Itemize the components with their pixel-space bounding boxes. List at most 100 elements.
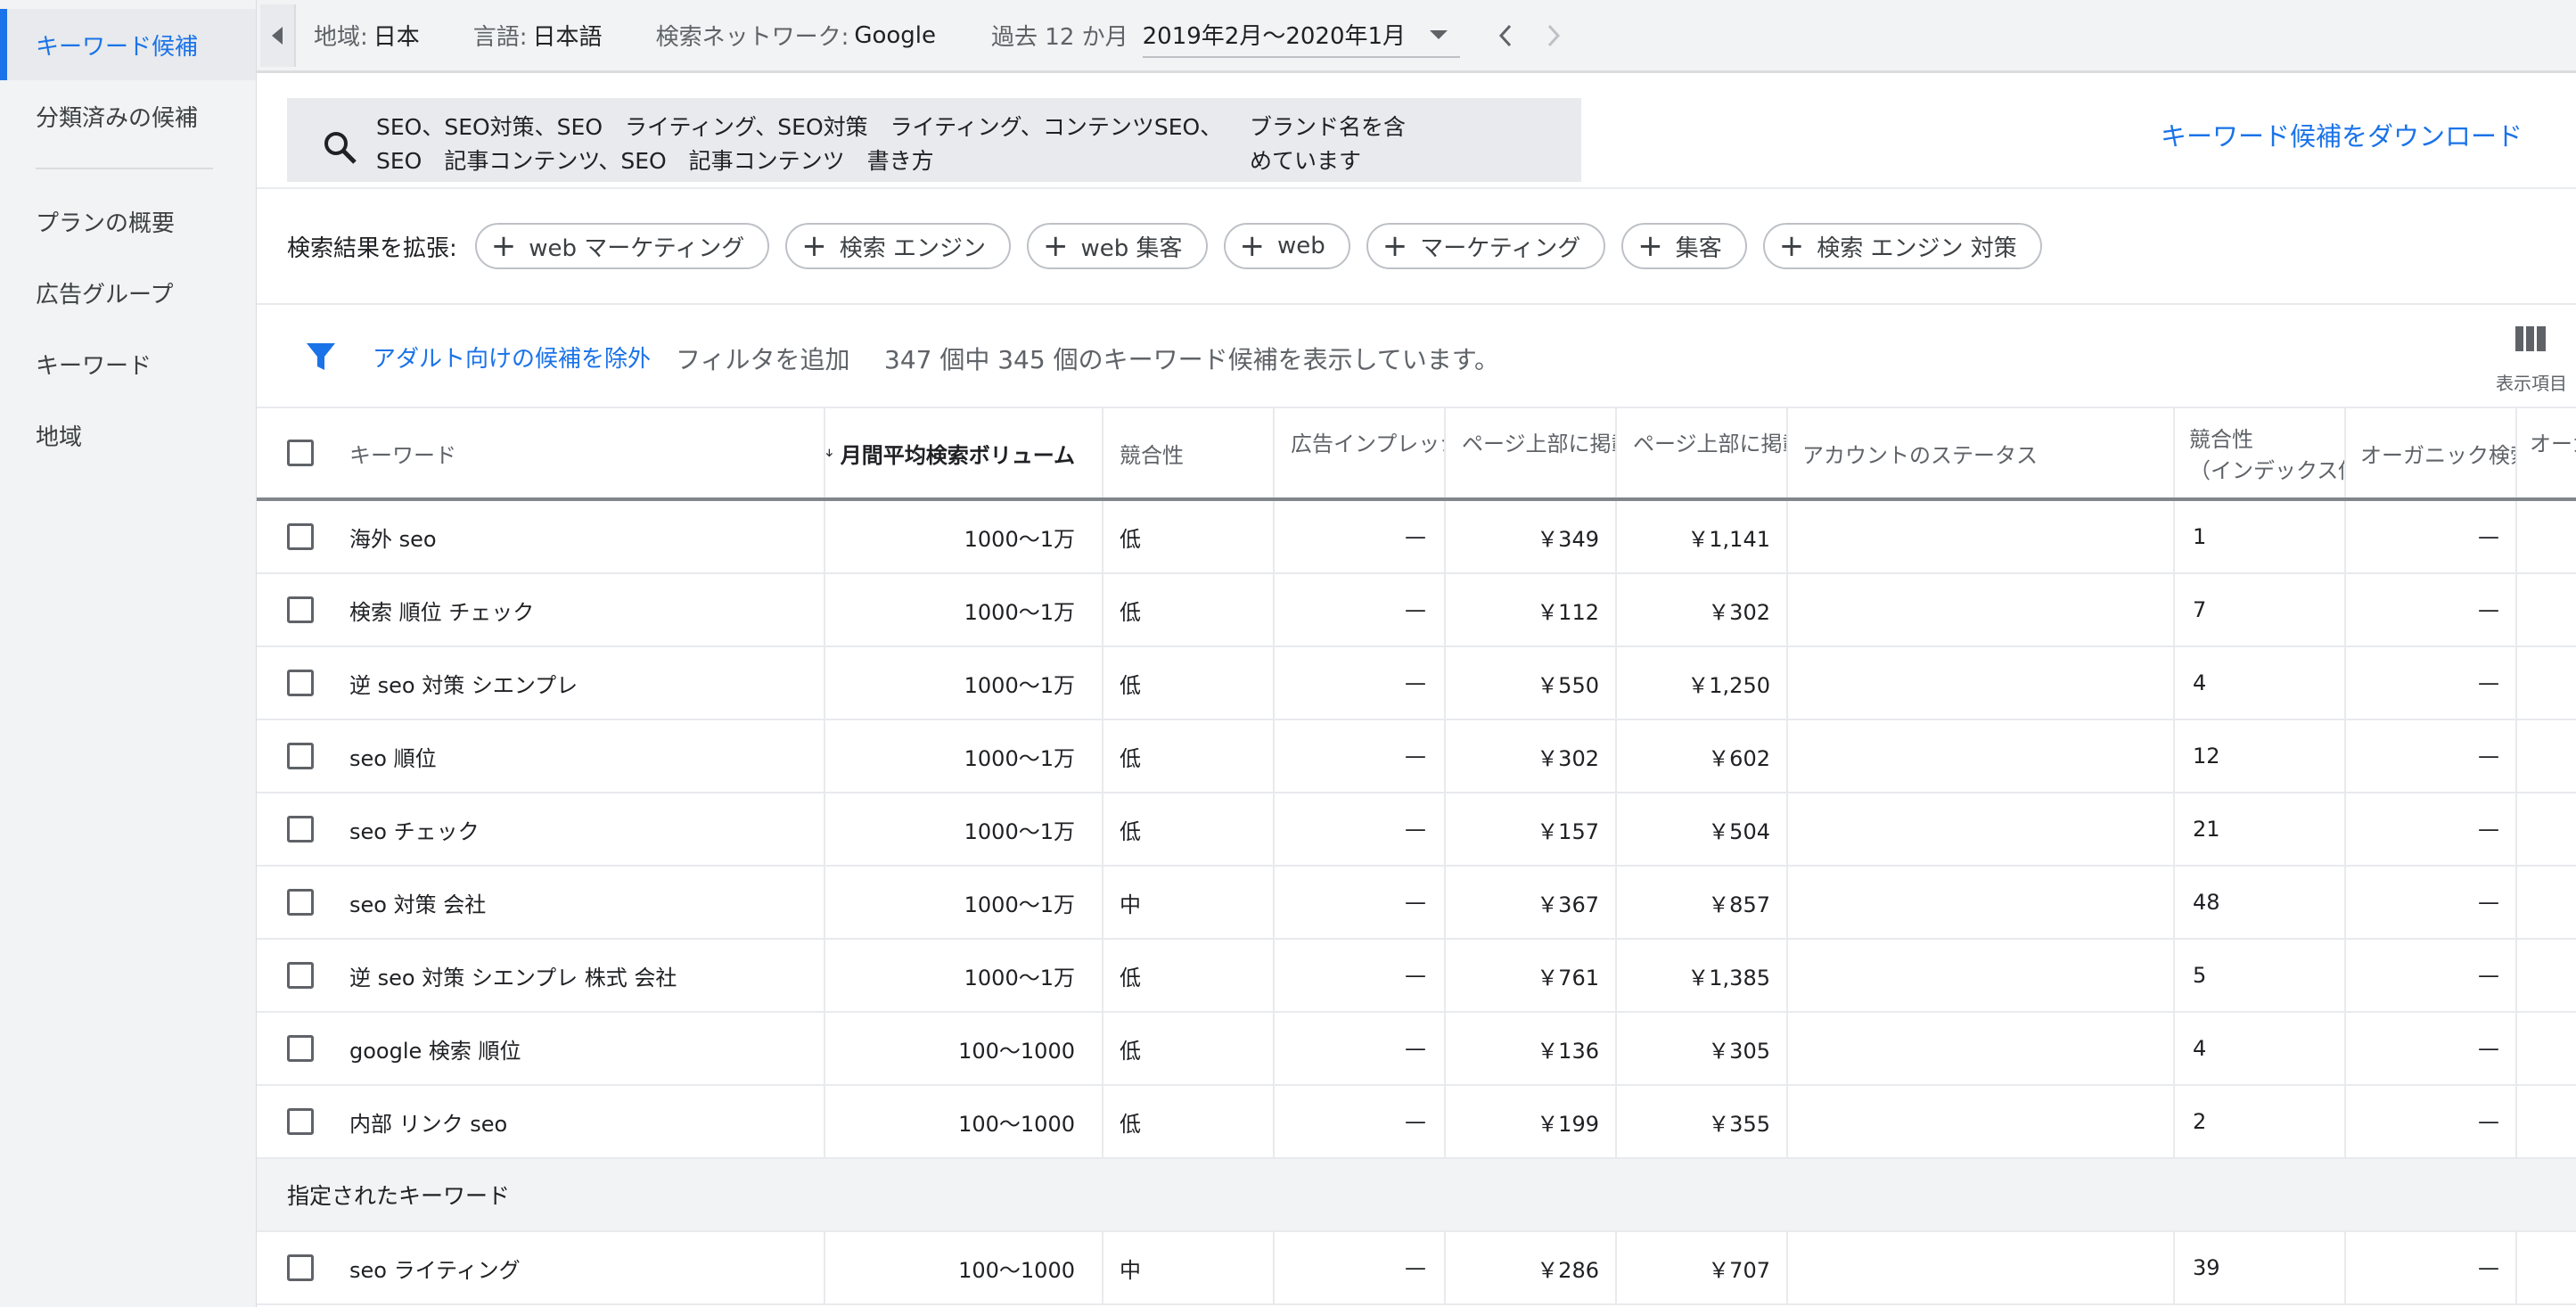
header-avg-monthly-searches[interactable]: 月間平均検索ボリューム — [824, 408, 1102, 497]
table-header-row: キーワード 月間平均検索ボリューム 競合性 広告インプレッションシェア ページ上… — [257, 408, 2576, 501]
impression-share-cell: — — [1273, 501, 1444, 572]
sidebar-item-plan-overview[interactable]: プランの概要 — [0, 185, 256, 257]
header-impression-share[interactable]: 広告インプレッションシェア — [1273, 408, 1444, 497]
sidebar-item-keyword-ideas[interactable]: キーワード候補 — [0, 9, 256, 80]
result-count: 347 個中 345 個のキーワード候補を表示しています。 — [884, 345, 1499, 374]
table-row: seo 順位 1000〜1万低 — ￥302 ￥602 12— — [257, 720, 2576, 793]
row-checkbox[interactable] — [287, 1035, 314, 1062]
header-organic-2[interactable]: オーガニック — [2515, 408, 2576, 497]
download-keyword-ideas-link[interactable]: キーワード候補をダウンロード — [2161, 116, 2523, 153]
table-row: 海外 seo 1000〜1万低 — ￥349 ￥1,141 1— — [257, 501, 2576, 574]
impression-share-cell: — — [1273, 647, 1444, 719]
plus-icon: + — [1778, 228, 1805, 264]
targeting-bar: 地域: 日本 言語: 日本語 検索ネットワーク: Google 過去 12 か月… — [257, 0, 2576, 73]
collapse-sidebar-button[interactable] — [260, 4, 296, 67]
table-row: 検索 順位 チェック 1000〜1万低 — ￥112 ￥302 7— — [257, 574, 2576, 647]
volume-cell: 100〜1000 — [824, 1086, 1102, 1157]
top-bid-high-cell: ￥1,385 — [1615, 940, 1786, 1011]
header-top-bid-low[interactable]: ページ上部に掲載された広告の入札単価（低額帯） — [1444, 408, 1615, 497]
organic-2-cell — [2515, 867, 2576, 938]
network-value[interactable]: Google — [854, 22, 936, 49]
arrow-down-icon — [825, 448, 833, 457]
brand-note-line: めています — [1250, 148, 1362, 174]
row-checkbox[interactable] — [287, 523, 314, 550]
top-bid-high-cell: ￥1,141 — [1615, 501, 1786, 572]
row-checkbox[interactable] — [287, 596, 314, 623]
keyword-table: キーワード 月間平均検索ボリューム 競合性 広告インプレッションシェア ページ上… — [257, 408, 2576, 1305]
impression-share-cell: — — [1273, 940, 1444, 1011]
header-competition-index[interactable]: 競合性 （インデックス値） — [2173, 408, 2344, 497]
competition-index-cell: 2 — [2173, 1086, 2344, 1157]
top-bid-low-cell: ￥550 — [1444, 647, 1615, 719]
broaden-chip[interactable]: + web — [1223, 223, 1350, 269]
search-query-line: SEO 記事コンテンツ、SEO 記事コンテンツ 書き方 — [376, 148, 934, 174]
previous-period-button[interactable] — [1487, 17, 1524, 54]
organic-2-cell — [2515, 940, 2576, 1011]
broaden-chip[interactable]: + web 集客 — [1026, 223, 1208, 269]
organic-cell: — — [2344, 867, 2515, 938]
top-bid-low-cell: ￥367 — [1444, 867, 1615, 938]
top-bid-low-cell: ￥349 — [1444, 501, 1615, 572]
header-organic[interactable]: オーガニック検索 — [2344, 408, 2515, 497]
volume-cell: 1000〜1万 — [824, 647, 1102, 719]
broaden-chip[interactable]: + 集客 — [1621, 223, 1747, 269]
caret-down-icon — [1429, 29, 1448, 39]
organic-cell: — — [2344, 574, 2515, 645]
row-select-cell — [287, 1013, 340, 1084]
top-bid-high-cell: ￥302 — [1615, 574, 1786, 645]
language-value[interactable]: 日本語 — [533, 19, 603, 52]
header-keyword[interactable]: キーワード — [349, 408, 706, 497]
volume-cell: 1000〜1万 — [824, 720, 1102, 792]
region-value[interactable]: 日本 — [373, 19, 420, 52]
header-competition[interactable]: 競合性 — [1102, 408, 1273, 497]
table-row: google 検索 順位 100〜1000 低 — ￥136 ￥305 4— — [257, 1013, 2576, 1086]
triangle-left-icon — [272, 26, 283, 45]
header-top-bid-high[interactable]: ページ上部に掲載された広告の入札単価（高額帯） — [1615, 408, 1786, 497]
row-checkbox[interactable] — [287, 889, 314, 916]
brand-note-line: ブランド名を含 — [1250, 114, 1407, 140]
chip-label: web マーケティング — [529, 234, 745, 262]
sidebar-item-grouped-ideas[interactable]: 分類済みの候補 — [0, 80, 256, 152]
broaden-chip[interactable]: + 検索 エンジン 対策 — [1762, 223, 2042, 269]
add-filter-button[interactable]: フィルタを追加 — [676, 341, 849, 376]
competition-cell: 低 — [1102, 720, 1273, 792]
date-range-select[interactable]: 2019年2月〜2020年1月 — [1142, 13, 1460, 58]
account-status-cell — [1786, 940, 2173, 1011]
sidebar-item-locations[interactable]: 地域 — [0, 399, 256, 471]
keyword-search-box[interactable]: SEO、SEO対策、SEO ライティング、SEO対策 ライティング、コンテンツS… — [287, 98, 1581, 182]
row-checkbox[interactable] — [287, 962, 314, 989]
volume-cell: 1000〜1万 — [824, 501, 1102, 572]
impression-share-cell: — — [1273, 1232, 1444, 1303]
account-status-cell — [1786, 867, 2173, 938]
organic-cell: — — [2344, 1232, 2515, 1303]
keyword-cell: 海外 seo — [349, 526, 437, 552]
keyword-cell: seo 対策 会社 — [349, 892, 487, 917]
sidebar-item-keywords[interactable]: キーワード — [0, 328, 256, 399]
organic-cell: — — [2344, 1013, 2515, 1084]
organic-2-cell — [2515, 647, 2576, 719]
competition-index-cell: 4 — [2173, 1013, 2344, 1084]
volume-cell: 1000〜1万 — [824, 867, 1102, 938]
broaden-chip[interactable]: + web マーケティング — [474, 223, 770, 269]
period-label: 過去 12 か月 — [991, 24, 1128, 51]
sidebar-item-label: プランの概要 — [36, 210, 176, 237]
broaden-chip[interactable]: + 検索 エンジン — [785, 223, 1011, 269]
table-row: 逆 seo 対策 シエンプレ 1000〜1万低 — ￥550 ￥1,250 4— — [257, 647, 2576, 720]
row-checkbox[interactable] — [287, 743, 314, 769]
competition-index-cell: 7 — [2173, 574, 2344, 645]
row-checkbox[interactable] — [287, 1254, 314, 1281]
broaden-chip[interactable]: + マーケティング — [1366, 223, 1606, 269]
next-period-button[interactable] — [1535, 17, 1572, 54]
sidebar-item-ad-groups[interactable]: 広告グループ — [0, 257, 256, 328]
volume-cell: 100〜1000 — [824, 1013, 1102, 1084]
competition-cell: 低 — [1102, 501, 1273, 572]
row-checkbox[interactable] — [287, 1108, 314, 1135]
row-checkbox[interactable] — [287, 816, 314, 843]
exclude-adult-filter-link[interactable]: アダルト向けの候補を除外 — [373, 341, 651, 374]
search-icon — [324, 132, 357, 164]
header-account-status[interactable]: アカウントのステータス — [1786, 408, 2173, 497]
row-checkbox[interactable] — [287, 670, 314, 696]
columns-icon[interactable] — [2515, 326, 2546, 351]
filter-icon[interactable] — [305, 341, 337, 373]
select-all-checkbox[interactable] — [287, 440, 314, 466]
